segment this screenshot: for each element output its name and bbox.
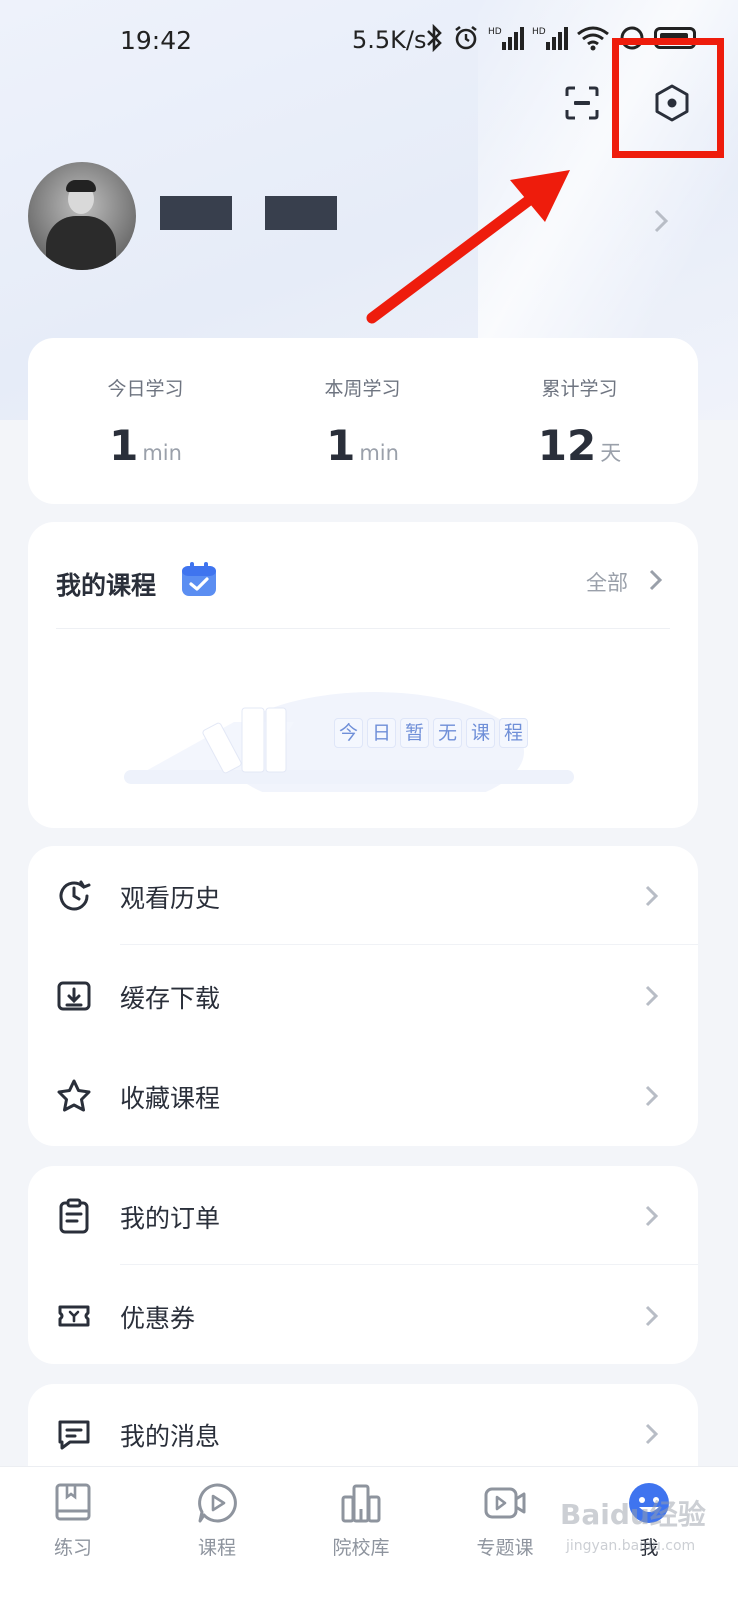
stat-total: 累计学习 12 天 <box>468 374 691 470</box>
ticket-icon <box>58 1305 90 1327</box>
stat-today: 今日学习 1 min <box>34 374 257 470</box>
annotation-arrow <box>366 170 570 324</box>
chevron-right-icon <box>645 885 659 907</box>
stat-label: 本周学习 <box>324 378 401 400</box>
tab-label: 练习 <box>53 1537 92 1559</box>
annotation-highlight-box <box>612 38 724 158</box>
menu-item-coupons[interactable]: 优惠券 <box>28 1266 698 1366</box>
stat-label: 累计学习 <box>541 378 618 400</box>
menu-group-1: 观看历史 缓存下载 收藏课程 <box>28 846 698 1146</box>
chevron-right-icon <box>645 1423 659 1445</box>
alarm-icon <box>455 25 477 50</box>
message-icon <box>58 1420 90 1450</box>
book-icon <box>55 1483 91 1521</box>
clipboard-icon <box>59 1198 89 1234</box>
menu-item-label: 观看历史 <box>120 884 221 913</box>
my-courses-card: 我的课程 全部 今 日 暂 无 课 程 <box>28 522 698 828</box>
tab-label: 课程 <box>197 1537 236 1559</box>
stat-value: 12 <box>537 421 597 470</box>
divider <box>120 1264 698 1265</box>
menu-item-label: 缓存下载 <box>120 984 221 1013</box>
video-icon <box>484 1487 526 1519</box>
menu-item-favorite-courses[interactable]: 收藏课程 <box>28 1046 698 1146</box>
tab-label: 院校库 <box>332 1537 390 1559</box>
empty-char: 日 <box>367 718 396 748</box>
empty-state-text: 今 日 暂 无 课 程 <box>334 718 528 748</box>
stat-value-row: 1 min <box>34 421 257 470</box>
empty-char: 无 <box>433 718 462 748</box>
hd-signal-icon: HD <box>488 27 524 50</box>
watermark-text: Baidu经验 <box>560 1498 706 1531</box>
username-redacted-2 <box>265 196 337 230</box>
stat-unit: min <box>359 441 399 465</box>
building-icon <box>341 1484 381 1523</box>
chevron-right-icon <box>645 1305 659 1327</box>
stat-week: 本周学习 1 min <box>251 374 474 470</box>
username-redacted-1 <box>160 196 232 230</box>
menu-item-my-orders[interactable]: 我的订单 <box>28 1166 698 1266</box>
avatar-figure-body <box>46 216 116 270</box>
clock-history-icon <box>59 880 91 911</box>
wifi-icon <box>577 26 609 51</box>
all-courses-link[interactable]: 全部 <box>586 567 628 597</box>
empty-char: 程 <box>499 718 528 748</box>
stat-unit: min <box>142 441 182 465</box>
stat-value: 1 <box>109 421 139 470</box>
menu-item-watch-history[interactable]: 观看历史 <box>28 846 698 946</box>
bluetooth-icon <box>427 24 442 52</box>
star-icon <box>57 1079 91 1112</box>
divider <box>120 944 698 945</box>
download-icon <box>57 981 91 1011</box>
my-courses-title: 我的课程 <box>56 571 157 600</box>
stat-label: 今日学习 <box>107 378 184 400</box>
chevron-right-icon[interactable] <box>652 208 670 234</box>
menu-item-cache-download[interactable]: 缓存下载 <box>28 946 698 1046</box>
avatar-figure-hair <box>66 180 96 192</box>
status-time: 19:42 <box>120 26 193 55</box>
chevron-right-icon <box>645 1085 659 1107</box>
scan-icon[interactable] <box>565 86 599 120</box>
menu-item-label: 我的消息 <box>120 1422 221 1451</box>
menu-item-label: 我的订单 <box>120 1204 221 1233</box>
study-stats-card: 今日学习 1 min 本周学习 1 min 累计学习 12 天 <box>28 338 698 504</box>
stat-value-row: 1 min <box>251 421 474 470</box>
chevron-right-icon[interactable] <box>648 569 664 591</box>
svg-text:HD: HD <box>532 27 546 37</box>
tab-special-courses[interactable]: 专题课 <box>450 1481 560 1560</box>
stat-value: 1 <box>326 421 356 470</box>
avatar[interactable] <box>28 162 136 270</box>
calendar-check-icon <box>182 562 216 596</box>
tab-courses[interactable]: 课程 <box>162 1481 272 1560</box>
hd-signal-icon: HD <box>532 27 568 50</box>
tab-college-library[interactable]: 院校库 <box>306 1481 416 1560</box>
tab-label: 专题课 <box>476 1537 534 1559</box>
play-bubble-icon <box>198 1483 237 1523</box>
empty-char: 课 <box>466 718 495 748</box>
menu-item-label: 优惠券 <box>120 1304 196 1333</box>
baidu-jingyan-watermark: Baidu经验 jingyan.baidu.com <box>560 1498 706 1554</box>
divider <box>56 628 670 629</box>
empty-char: 今 <box>334 718 363 748</box>
chevron-right-icon <box>645 985 659 1007</box>
network-speed: 5.5K/s <box>352 26 427 54</box>
empty-char: 暂 <box>400 718 429 748</box>
menu-item-label: 收藏课程 <box>120 1084 221 1113</box>
chevron-right-icon <box>645 1205 659 1227</box>
menu-group-2: 我的订单 优惠券 <box>28 1166 698 1364</box>
watermark-url: jingyan.baidu.com <box>565 1538 695 1554</box>
stat-unit: 天 <box>600 441 622 465</box>
svg-text:HD: HD <box>488 27 502 37</box>
stat-value-row: 12 天 <box>468 421 691 470</box>
tab-practice[interactable]: 练习 <box>18 1481 128 1560</box>
